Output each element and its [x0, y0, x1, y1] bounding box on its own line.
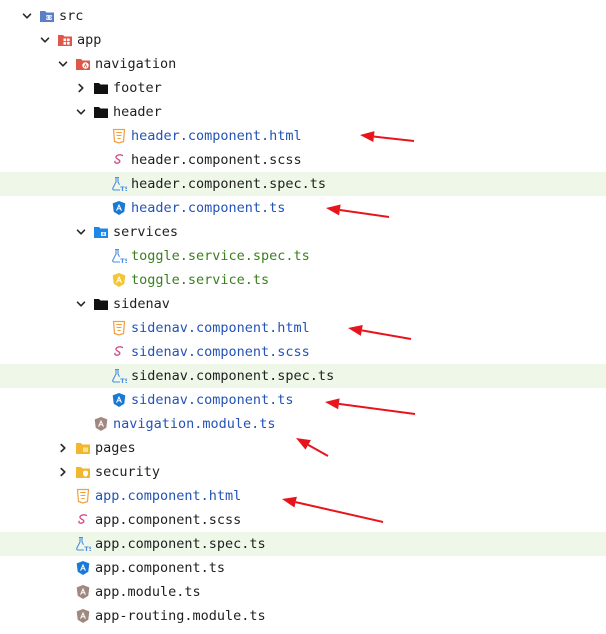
tree-item-label: sidenav.component.html	[131, 320, 310, 336]
tree-row[interactable]: navigation.module.ts	[0, 412, 606, 436]
chevron-down-icon[interactable]	[75, 106, 87, 118]
folder-icon	[93, 296, 109, 312]
svg-text:TS: TS	[120, 257, 127, 264]
tree-item-label: header.component.ts	[131, 200, 286, 216]
tree-item-label: app.module.ts	[95, 584, 201, 600]
angular-module-icon	[75, 584, 91, 600]
tree-item-label: app-routing.module.ts	[95, 608, 266, 624]
scss-file-icon	[111, 344, 127, 360]
tree-item-label: app	[77, 32, 102, 48]
tree-item-label: toggle.service.ts	[131, 272, 270, 288]
tree-row[interactable]: TS sidenav.component.spec.ts	[0, 364, 606, 388]
tree-row[interactable]: TS header.component.spec.ts	[0, 172, 606, 196]
project-file-tree: src app navigation footer header header.compo…	[0, 4, 606, 628]
folder-icon	[93, 80, 109, 96]
svg-text:TS: TS	[120, 377, 127, 384]
tree-item-label: header.component.spec.ts	[131, 176, 327, 192]
tree-row[interactable]: header.component.html	[0, 124, 606, 148]
angular-component-icon	[111, 392, 127, 408]
chevron-right-icon[interactable]	[57, 442, 69, 454]
tree-item-label: app.component.html	[95, 488, 242, 504]
tree-item-label: navigation	[95, 56, 177, 72]
tree-item-label: header.component.scss	[131, 152, 302, 168]
tree-item-label: toggle.service.spec.ts	[131, 248, 310, 264]
tree-row[interactable]: app.component.ts	[0, 556, 606, 580]
tree-item-label: sidenav.component.spec.ts	[131, 368, 335, 384]
folder-src-icon	[39, 8, 55, 24]
tree-row[interactable]: footer	[0, 76, 606, 100]
angular-module-icon	[93, 416, 109, 432]
tree-item-label: services	[113, 224, 179, 240]
tree-row[interactable]: sidenav	[0, 292, 606, 316]
folder-angular-icon	[75, 56, 91, 72]
folder-yellow-icon	[75, 440, 91, 456]
angular-component-icon	[111, 200, 127, 216]
tree-item-label: security	[95, 464, 161, 480]
chevron-down-icon[interactable]	[21, 10, 33, 22]
chevron-down-icon[interactable]	[75, 226, 87, 238]
tree-row[interactable]: services	[0, 220, 606, 244]
tree-row[interactable]: TS app.component.spec.ts	[0, 532, 606, 556]
angular-service-icon	[111, 272, 127, 288]
tree-item-label: header.component.html	[131, 128, 302, 144]
chevron-right-icon[interactable]	[75, 82, 87, 94]
folder-security-icon	[75, 464, 91, 480]
tree-row[interactable]: TS toggle.service.spec.ts	[0, 244, 606, 268]
tree-item-label: sidenav.component.ts	[131, 392, 294, 408]
spec-test-icon: TS	[111, 248, 127, 264]
tree-row[interactable]: app-routing.module.ts	[0, 604, 606, 628]
tree-row[interactable]: header.component.ts	[0, 196, 606, 220]
tree-row[interactable]: sidenav.component.scss	[0, 340, 606, 364]
tree-item-label: app.component.ts	[95, 560, 226, 576]
tree-item-label: footer	[113, 80, 162, 96]
folder-icon	[93, 104, 109, 120]
chevron-down-icon[interactable]	[39, 34, 51, 46]
scss-file-icon	[111, 152, 127, 168]
tree-row[interactable]: app.module.ts	[0, 580, 606, 604]
spec-test-icon: TS	[111, 176, 127, 192]
tree-item-label: sidenav.component.scss	[131, 344, 310, 360]
chevron-down-icon[interactable]	[57, 58, 69, 70]
html-file-icon	[75, 488, 91, 504]
tree-row[interactable]: sidenav.component.ts	[0, 388, 606, 412]
spec-test-icon: TS	[75, 536, 91, 552]
tree-row[interactable]: pages	[0, 436, 606, 460]
html-file-icon	[111, 320, 127, 336]
tree-item-label: navigation.module.ts	[113, 416, 276, 432]
tree-row[interactable]: app.component.scss	[0, 508, 606, 532]
html-file-icon	[111, 128, 127, 144]
tree-row[interactable]: navigation	[0, 52, 606, 76]
svg-text:TS: TS	[84, 545, 91, 552]
tree-row[interactable]: app	[0, 28, 606, 52]
chevron-right-icon[interactable]	[57, 466, 69, 478]
scss-file-icon	[75, 512, 91, 528]
tree-item-label: src	[59, 8, 84, 24]
tree-item-label: header	[113, 104, 162, 120]
angular-component-icon	[75, 560, 91, 576]
tree-item-label: app.component.scss	[95, 512, 242, 528]
tree-item-label: pages	[95, 440, 136, 456]
svg-text:TS: TS	[120, 185, 127, 192]
folder-services-icon	[93, 224, 109, 240]
tree-row[interactable]: sidenav.component.html	[0, 316, 606, 340]
chevron-down-icon[interactable]	[75, 298, 87, 310]
tree-row[interactable]: app.component.html	[0, 484, 606, 508]
spec-test-icon: TS	[111, 368, 127, 384]
folder-app-icon	[57, 32, 73, 48]
angular-module-icon	[75, 608, 91, 624]
tree-item-label: app.component.spec.ts	[95, 536, 266, 552]
tree-item-label: sidenav	[113, 296, 170, 312]
tree-row[interactable]: header	[0, 100, 606, 124]
tree-row[interactable]: src	[0, 4, 606, 28]
tree-row[interactable]: header.component.scss	[0, 148, 606, 172]
tree-row[interactable]: security	[0, 460, 606, 484]
tree-row[interactable]: toggle.service.ts	[0, 268, 606, 292]
